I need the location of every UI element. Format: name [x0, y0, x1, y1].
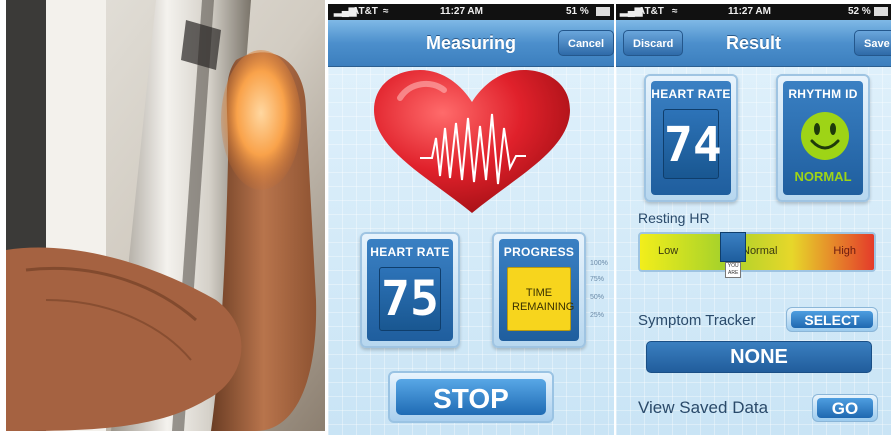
- page-title: Result: [725, 33, 781, 53]
- clock: 11:27 AM: [440, 6, 483, 17]
- rhythm-card: RHYTHM ID NORMAL: [776, 74, 870, 202]
- status-bar: ▂▄▆ AT&T ≈ 11:27 AM 51 %: [328, 4, 614, 20]
- view-saved-data-label: View Saved Data: [638, 398, 769, 417]
- battery-label: 51 %: [566, 6, 589, 17]
- go-button[interactable]: GO: [812, 394, 878, 422]
- wifi-icon: ≈: [672, 6, 678, 17]
- heart-rate-value: 75: [379, 267, 441, 331]
- wifi-icon: ≈: [383, 6, 389, 17]
- gauge-normal-label: Normal: [742, 245, 778, 257]
- tick-50: 50%: [590, 294, 605, 301]
- carrier-label: AT&T: [638, 6, 664, 17]
- tick-25: 25%: [590, 312, 605, 319]
- resting-hr-gauge: Low Normal High: [638, 232, 876, 272]
- marker-label: YOU ARE: [725, 262, 742, 278]
- battery-icon: [874, 7, 888, 16]
- heart-rate-label: HEART RATE: [651, 87, 731, 101]
- nav-bar: Measuring Cancel: [328, 20, 614, 67]
- cancel-button[interactable]: Cancel: [558, 30, 614, 56]
- progress-card: PROGRESS TIME REMAINING: [492, 232, 586, 348]
- save-button[interactable]: Save: [854, 30, 891, 56]
- heart-rate-value: 74: [663, 109, 722, 179]
- symptom-value: NONE: [646, 341, 872, 373]
- heart-rate-card: HEART RATE 75: [360, 232, 460, 348]
- gauge-high-label: High: [833, 245, 856, 257]
- clock: 11:27 AM: [728, 6, 771, 17]
- go-label: GO: [817, 398, 873, 418]
- stop-button[interactable]: STOP: [388, 371, 554, 423]
- heart-rate-card: HEART RATE 74: [644, 74, 738, 202]
- rhythm-label: RHYTHM ID: [788, 87, 858, 101]
- gauge-low-label: Low: [658, 245, 679, 257]
- smiley-icon: [801, 112, 849, 160]
- measuring-screen: ▂▄▆ AT&T ≈ 11:27 AM 51 % Measuring Cance…: [328, 4, 614, 435]
- time-remaining-label: TIME REMAINING: [512, 287, 575, 313]
- progress-meter: TIME REMAINING: [507, 267, 575, 331]
- select-label: SELECT: [791, 311, 873, 328]
- heart-icon: [374, 70, 570, 213]
- nav-bar: Discard Result Save: [616, 20, 891, 67]
- status-bar: ▂▄▆ AT&T ≈ 11:27 AM 52 %: [616, 4, 891, 20]
- symptom-tracker-label: Symptom Tracker: [638, 312, 756, 329]
- photo-illustration: [6, 0, 325, 431]
- you-are-marker: YOU ARE: [720, 232, 747, 278]
- rhythm-status: NORMAL: [794, 169, 852, 184]
- stop-label: STOP: [396, 379, 546, 415]
- tick-75: 75%: [590, 276, 605, 283]
- battery-label: 52 %: [848, 6, 871, 17]
- battery-icon: [596, 7, 610, 16]
- marker-flag: [720, 232, 747, 262]
- select-button[interactable]: SELECT: [786, 307, 878, 332]
- heart-rate-label: HEART RATE: [370, 245, 450, 259]
- resting-hr-label: Resting HR: [638, 210, 710, 226]
- carrier-label: AT&T: [352, 6, 378, 17]
- result-screen: ▂▄▆ AT&T ≈ 11:27 AM 52 % Discard Result …: [616, 4, 891, 435]
- progress-label: PROGRESS: [503, 245, 575, 259]
- tick-100: 100%: [590, 260, 608, 267]
- finger-on-camera-photo: [6, 0, 325, 431]
